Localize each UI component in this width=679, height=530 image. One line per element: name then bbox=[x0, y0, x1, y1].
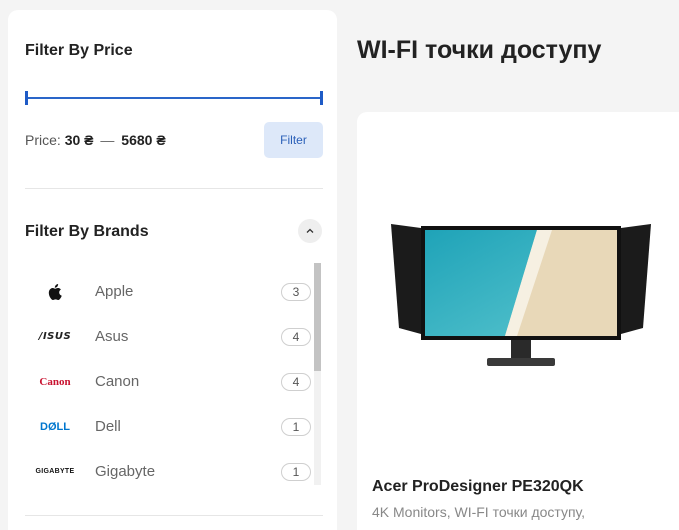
filter-button[interactable]: Filter bbox=[264, 122, 323, 158]
brand-name: Canon bbox=[95, 373, 140, 390]
chevron-up-icon bbox=[306, 228, 314, 233]
product-image[interactable] bbox=[387, 222, 655, 372]
price-separator: — bbox=[100, 132, 115, 148]
brand-count: 1 bbox=[281, 462, 311, 481]
category-link[interactable]: WI-FI точки доступу bbox=[454, 504, 581, 520]
dell-logo: DØLL bbox=[40, 420, 70, 433]
product-name[interactable]: Acer ProDesigner PE320QK bbox=[372, 478, 584, 496]
product-card[interactable]: Acer ProDesigner PE320QK 4K Monitors, WI… bbox=[357, 112, 679, 530]
price-label: Price: bbox=[25, 132, 61, 148]
brand-item-apple[interactable]: Apple 3 bbox=[25, 269, 311, 314]
price-range-track[interactable] bbox=[25, 97, 323, 99]
brand-item-gigabyte[interactable]: GIGABYTE Gigabyte 1 bbox=[25, 449, 311, 485]
brand-list-scrollbar[interactable] bbox=[314, 263, 321, 485]
page-title-bold: WI-FI bbox=[357, 36, 419, 64]
brand-count: 4 bbox=[281, 327, 311, 346]
divider bbox=[25, 515, 323, 516]
product-categories: 4K Monitors, WI-FI точки доступу, bbox=[372, 504, 585, 520]
apple-logo bbox=[25, 282, 85, 302]
price-max-handle[interactable] bbox=[320, 91, 323, 105]
brand-count: 1 bbox=[281, 417, 311, 436]
price-min-handle[interactable] bbox=[25, 91, 28, 105]
page-title-rest: точки доступу bbox=[425, 36, 602, 64]
brand-count: 3 bbox=[281, 282, 311, 301]
gigabyte-logo: GIGABYTE bbox=[35, 468, 75, 475]
divider bbox=[25, 188, 323, 189]
brand-filter-title: Filter By Brands bbox=[25, 223, 149, 240]
brand-item-canon[interactable]: Canon Canon 4 bbox=[25, 359, 311, 404]
scrollbar-thumb[interactable] bbox=[314, 263, 321, 371]
brand-item-dell[interactable]: DØLL Dell 1 bbox=[25, 404, 311, 449]
page-title: WI-FI точки доступу bbox=[357, 36, 601, 65]
collapse-brands-button[interactable] bbox=[298, 219, 322, 243]
brand-item-asus[interactable]: /ISUS Asus 4 bbox=[25, 314, 311, 359]
price-max-value: 5680 ₴ bbox=[121, 132, 166, 148]
price-filter-title: Filter By Price bbox=[25, 42, 133, 59]
canon-logo: Canon bbox=[39, 375, 71, 388]
price-range-slider[interactable] bbox=[25, 91, 323, 105]
asus-logo: /ISUS bbox=[38, 331, 72, 342]
category-separator: , bbox=[581, 504, 586, 520]
price-min-value: 30 ₴ bbox=[64, 132, 94, 148]
price-range-label: Price: 30 ₴ — 5680 ₴ bbox=[25, 132, 166, 148]
brand-count: 4 bbox=[281, 372, 311, 391]
category-link[interactable]: 4K Monitors bbox=[372, 504, 447, 520]
brand-name: Dell bbox=[95, 418, 121, 435]
brand-name: Asus bbox=[95, 328, 129, 345]
brand-list: Apple 3 /ISUS Asus 4 Canon Canon 4 DØLL … bbox=[25, 260, 323, 485]
brand-name: Apple bbox=[95, 283, 134, 300]
filter-sidebar: Filter By Price Price: 30 ₴ — 5680 ₴ Fil… bbox=[8, 10, 337, 530]
brand-name: Gigabyte bbox=[95, 463, 156, 480]
